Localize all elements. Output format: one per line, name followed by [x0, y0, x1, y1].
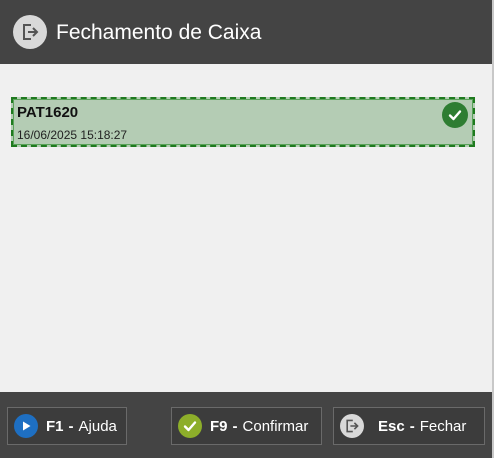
check-circle-icon: [178, 414, 202, 438]
dialog-title: Fechamento de Caixa: [56, 21, 262, 44]
dialog-header: Fechamento de Caixa: [0, 0, 492, 64]
list-item[interactable]: PAT1620 16/06/2025 15:18:27: [11, 97, 475, 147]
logout-icon: [340, 414, 364, 438]
help-key: F1: [46, 417, 64, 435]
help-separator: -: [68, 417, 74, 435]
confirm-label: Confirmar: [242, 417, 309, 435]
play-icon: [14, 414, 38, 438]
register-datetime: 16/06/2025 15:18:27: [17, 128, 128, 142]
dialog-footer: F1 - Ajuda F9 - Confirmar Esc - Fechar: [0, 392, 492, 458]
help-button[interactable]: F1 - Ajuda: [7, 407, 127, 445]
register-list: PAT1620 16/06/2025 15:18:27: [0, 64, 492, 392]
help-label: Ajuda: [78, 417, 117, 435]
check-circle-icon: [442, 102, 468, 128]
close-label: Fechar: [419, 417, 467, 435]
logout-icon: [13, 15, 47, 49]
confirm-separator: -: [232, 417, 238, 435]
close-key: Esc: [378, 417, 405, 435]
close-register-dialog: Fechamento de Caixa PAT1620 16/06/2025 1…: [0, 0, 492, 458]
confirm-button[interactable]: F9 - Confirmar: [171, 407, 322, 445]
confirm-key: F9: [210, 417, 228, 435]
close-separator: -: [409, 417, 415, 435]
close-button[interactable]: Esc - Fechar: [333, 407, 485, 445]
register-code: PAT1620: [17, 104, 79, 121]
